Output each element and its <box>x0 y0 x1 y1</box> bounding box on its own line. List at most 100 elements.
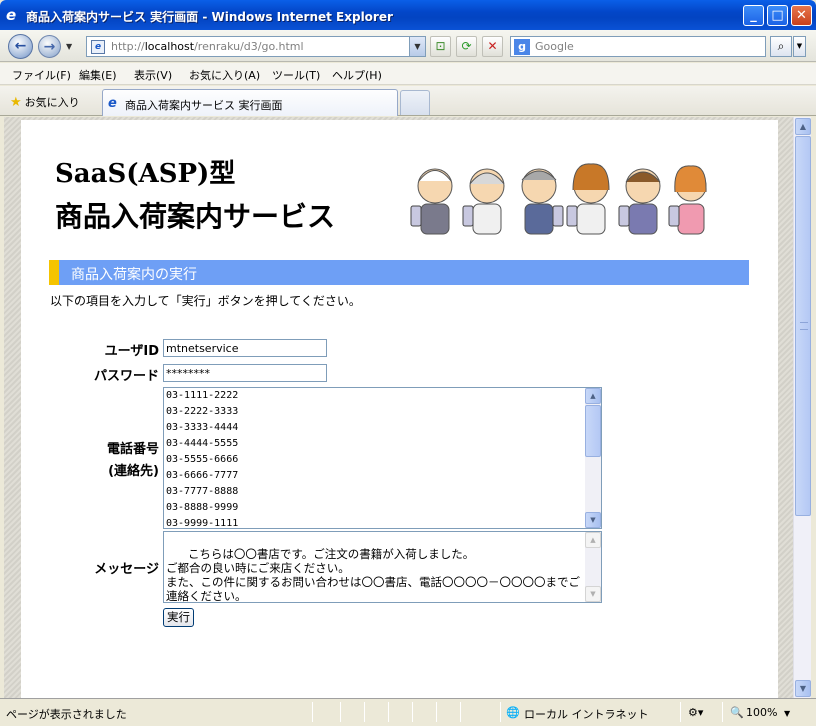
divider <box>388 702 389 722</box>
list-item[interactable]: 03-3333-4444 <box>164 420 601 436</box>
page-content: SaaS(ASP)型 商品入荷案内サービス 商品入荷案内の実行 以下の項目を入力… <box>21 120 778 698</box>
history-dropdown-icon[interactable]: ▼ <box>66 42 72 51</box>
favorites-label: お気に入り <box>24 96 80 109</box>
menu-bar: ファイル(F) 編集(E) 表示(V) お気に入り(A) ツール(T) ヘルプ(… <box>0 63 816 85</box>
section-title: 商品入荷案内の実行 <box>71 267 197 283</box>
divider <box>680 702 681 722</box>
divider <box>500 702 501 722</box>
search-options-dropdown[interactable]: ▼ <box>793 36 806 57</box>
zoom-level[interactable]: 100% <box>746 706 777 719</box>
divider <box>412 702 413 722</box>
title-bar: e 商品入荷案内サービス 実行画面 - Windows Internet Exp… <box>0 0 816 30</box>
globe-icon: 🌐 <box>506 706 520 719</box>
divider <box>312 702 313 722</box>
message-text: こちらは〇〇書店です。ご注文の書籍が入荷しました。 ご都合の良い時にご来店くださ… <box>166 547 580 603</box>
person-2-illustration <box>462 168 505 235</box>
phone-label-sub: (連絡先) <box>108 464 159 479</box>
person-6-illustration <box>668 165 707 235</box>
message-scrollbar: ▲ ▼ <box>585 532 601 602</box>
menu-help[interactable]: ヘルプ(H) <box>332 67 382 83</box>
google-icon: g <box>514 39 530 55</box>
page-icon: e <box>91 40 105 54</box>
instruction-text: 以下の項目を入力して「実行」ボタンを押してください。 <box>50 294 361 308</box>
logo-line-1: SaaS(ASP)型 <box>55 159 236 189</box>
logo-line-2: 商品入荷案内サービス <box>55 200 336 233</box>
address-dropdown-button[interactable]: ▼ <box>409 37 425 56</box>
protected-mode-icon[interactable]: ⚙▾ <box>688 706 703 719</box>
scroll-thumb[interactable] <box>585 405 601 457</box>
section-header: 商品入荷案内の実行 <box>49 260 749 285</box>
stop-icon[interactable]: ✕ <box>482 36 503 57</box>
person-1-illustration <box>410 168 453 235</box>
list-item[interactable]: 03-5555-6666 <box>164 452 601 468</box>
address-toolbar: ← → ▼ e http://localhost/renraku/d3/go.h… <box>0 30 816 62</box>
menu-favorites[interactable]: お気に入り(A) <box>189 67 260 83</box>
maximize-button[interactable]: □ <box>767 5 788 26</box>
address-bar[interactable]: e http://localhost/renraku/d3/go.html ▼ <box>86 36 426 57</box>
search-placeholder: Google <box>535 40 574 53</box>
close-button[interactable]: ✕ <box>791 5 812 26</box>
list-item[interactable]: 03-6666-7777 <box>164 468 601 484</box>
divider <box>340 702 341 722</box>
person-4-illustration <box>566 163 610 235</box>
page-scrollbar[interactable]: ▲ ▼ <box>793 117 811 698</box>
scroll-up-icon[interactable]: ▲ <box>585 388 601 404</box>
password-label: パスワード <box>93 369 159 384</box>
list-item[interactable]: 03-8888-9999 <box>164 500 601 516</box>
grip-icon <box>800 322 808 330</box>
star-icon: ★ <box>10 95 22 110</box>
refresh-icon[interactable]: ⟳ <box>456 36 477 57</box>
ie-page-icon: e <box>108 96 117 111</box>
favorites-button[interactable]: ★ お気に入り <box>10 94 80 110</box>
message-textarea[interactable]: こちらは〇〇書店です。ご注文の書籍が入荷しました。 ご都合の良い時にご来店くださ… <box>163 531 602 603</box>
tab-label: 商品入荷案内サービス 実行画面 <box>125 99 283 112</box>
back-button[interactable]: ← <box>8 34 33 59</box>
list-item[interactable]: 03-7777-8888 <box>164 484 601 500</box>
search-button[interactable]: ⌕ <box>770 36 792 57</box>
url-text[interactable]: http://localhost/renraku/d3/go.html <box>111 40 304 53</box>
scroll-down-icon: ▼ <box>585 586 601 602</box>
status-bar: ページが表示されました 🌐 ローカル イントラネット ⚙▾ 🔍 100% ▼ <box>0 698 816 726</box>
scroll-up-icon: ▲ <box>585 532 601 548</box>
divider <box>364 702 365 722</box>
menu-tools[interactable]: ツール(T) <box>272 67 320 83</box>
security-zone: ローカル イントラネット <box>524 708 649 721</box>
user-id-label: ユーザID <box>104 344 159 359</box>
message-label: メッセージ <box>94 562 159 577</box>
menu-view[interactable]: 表示(V) <box>134 67 172 83</box>
compatibility-view-icon[interactable]: ⊡ <box>430 36 451 57</box>
phone-label: 電話番号 <box>106 442 159 457</box>
window-title: 商品入荷案内サービス 実行画面 - Windows Internet Explo… <box>26 10 393 24</box>
viewport: SaaS(ASP)型 商品入荷案内サービス 商品入荷案内の実行 以下の項目を入力… <box>4 117 793 698</box>
user-id-input[interactable] <box>163 339 327 357</box>
list-item[interactable]: 03-4444-5555 <box>164 436 601 452</box>
list-item[interactable]: 03-2222-3333 <box>164 404 601 420</box>
divider <box>460 702 461 722</box>
scroll-thumb[interactable] <box>795 136 811 516</box>
scroll-down-icon[interactable]: ▼ <box>795 680 811 697</box>
list-scrollbar[interactable]: ▲ ▼ <box>585 388 601 528</box>
minimize-button[interactable]: _ <box>743 5 764 26</box>
divider <box>436 702 437 722</box>
zoom-icon[interactable]: 🔍 <box>730 706 744 719</box>
ie-logo-icon: e <box>6 6 17 24</box>
zoom-dropdown-icon[interactable]: ▼ <box>784 709 790 718</box>
new-tab-button[interactable] <box>400 90 430 115</box>
tab-bar: ★ お気に入り e 商品入荷案内サービス 実行画面 <box>0 86 816 116</box>
status-text: ページが表示されました <box>6 708 127 721</box>
search-input[interactable]: g Google <box>510 36 766 57</box>
list-item[interactable]: 03-1111-2222 <box>164 388 601 404</box>
tab-active[interactable]: e 商品入荷案内サービス 実行画面 <box>102 89 398 116</box>
submit-button[interactable]: 実行 <box>163 608 194 627</box>
scroll-up-icon[interactable]: ▲ <box>795 118 811 135</box>
forward-button[interactable]: → <box>38 35 61 58</box>
person-3-illustration <box>521 168 564 235</box>
list-item[interactable]: 03-9999-1111 <box>164 516 601 528</box>
password-input[interactable] <box>163 364 327 382</box>
phone-number-list[interactable]: 03-1111-2222 03-2222-3333 03-3333-4444 0… <box>163 387 602 529</box>
menu-file[interactable]: ファイル(F) <box>12 67 71 83</box>
people-illustration <box>410 163 707 235</box>
person-5-illustration <box>618 168 661 235</box>
menu-edit[interactable]: 編集(E) <box>79 67 117 83</box>
scroll-down-icon[interactable]: ▼ <box>585 512 601 528</box>
